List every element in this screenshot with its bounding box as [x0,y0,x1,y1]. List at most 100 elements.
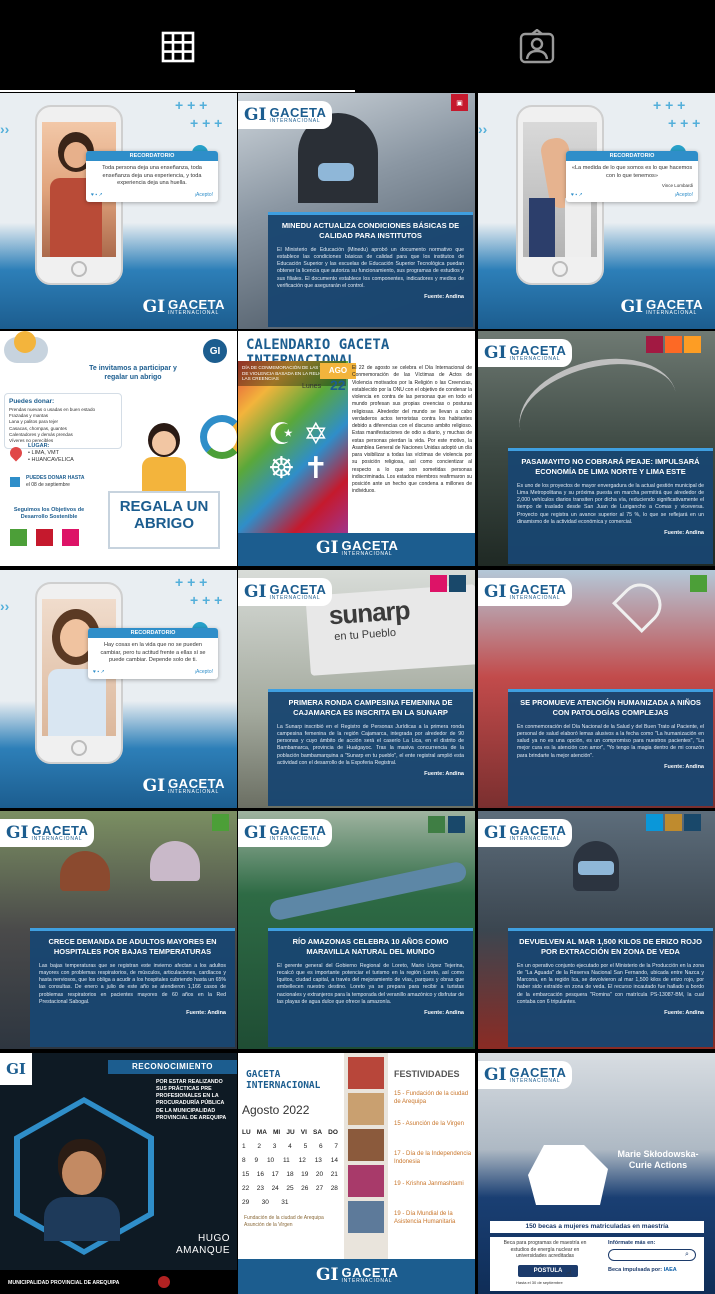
post-recordatorio-lombardi[interactable]: ›› + + + + + + RECORDATORIO «La medida d… [478,93,715,329]
quote-card: RECORDATORIO Hay cosas en la vida que no… [88,628,218,679]
post-minedu[interactable]: GI GACETA INTERNACIONAL ▣ MINEDU ACTUALIZ… [238,93,475,329]
photo-person-hat [150,841,200,881]
religion-symbols: ☪ ✡ [268,418,329,451]
sdg-16-icon [684,814,701,831]
gaceta-logo: GI GACETA INTERNACIONAL [316,1265,399,1285]
news-panel: RÍO AMAZONAS CELEBRA 10 AÑOS COMO MARAVI… [268,928,473,1047]
post-calendario-agosto[interactable]: GACETA INTERNACIONAL Agosto 2022 LU MA MI J… [238,1053,475,1294]
scholarship-desc: Beca para programas de maestría en estud… [503,1240,587,1259]
profile-tab-bar [0,0,715,93]
sponsor-label: Beca impulsada por: IAEA [608,1267,677,1273]
recognition-heading: RECONOCIMIENTO [108,1060,237,1074]
scholarship-title: 150 becas a mujeres matriculadas en maes… [490,1221,704,1233]
post-sunarp[interactable]: sunarp en tu Pueblo GI GACETA INTERNACION… [238,570,475,808]
tab-tagged[interactable] [358,0,715,93]
gaceta-logo: GI GACETA INTERNACIONAL [142,297,225,317]
news-source: Fuente: Andina [664,1010,704,1017]
post-recordatorio-huella[interactable]: ›› + + + + + + RECORDATORIO Toda persona… [0,93,237,329]
news-body: Es uno de los proyectos de mayor enverga… [517,482,704,525]
gaceta-logo: GI GACETA INTERNACIONAL [478,1061,573,1089]
calendar-panel: GACETA INTERNACIONAL Agosto 2022 LU MA MI J… [238,1053,342,1259]
news-source: Fuente: Andina [424,1010,464,1017]
post-adultos-mayores[interactable]: GI GACETA INTERNACIONAL CRECE DEMANDA DE … [0,811,237,1049]
post-pasamayito[interactable]: GI GACETA INTERNACIONAL PASAMAYITO NO COB… [478,331,715,566]
donate-heading: Puedes donar: [9,398,55,405]
gaceta-logo: GI GACETA INTERNACIONAL [238,819,333,847]
card-heading: RECORDATORIO [86,151,218,161]
regala-abrigo-sign: REGALA UN ABRIGO [108,491,220,549]
post-atencion-humanizada[interactable]: GI GACETA INTERNACIONAL SE PROMUEVE ATENC… [478,570,715,808]
calendar-note: Fundación de la ciudad de Arequipa Asunc… [244,1215,324,1228]
news-title: RÍO AMAZONAS CELEBRA 10 AÑOS COMO MARAVI… [292,937,449,956]
accept-label: ¡Acepto! [194,191,213,198]
heart-icon: ♥ ▪ ↗ [571,192,583,199]
sdg-3-icon [10,529,27,546]
card-heading: RECORDATORIO [88,628,218,638]
heart-balloon [612,575,670,633]
decorative-chevrons: ›› [0,598,10,614]
grid-icon [161,31,194,62]
url-field[interactable] [608,1249,696,1261]
post-erizo-rojo[interactable]: GI GACETA INTERNACIONAL DEVUELVEN AL MAR … [478,811,715,1049]
sdg-3-icon [690,575,707,592]
search-icon: ⌕ [685,1251,689,1258]
quote-text: «La medida de lo que somos es lo que hac… [571,165,693,179]
calendar-icon [10,477,20,487]
sdg-15-icon [428,816,445,833]
active-tab-indicator [0,90,355,92]
tab-posts-grid[interactable] [0,0,355,93]
card-heading: RECORDATORIO [566,151,698,161]
festivity-photos [344,1053,388,1259]
location-info: LUGAR: • LIMA, VMT • HUANCAVELICA [28,443,74,464]
news-source: Fuente: Andina [664,763,704,770]
news-title: DEVUELVEN AL MAR 1,500 KILOS DE ERIZO RO… [519,937,702,956]
news-body: El Ministerio de Educación (Minedu) apro… [277,246,464,289]
day-number: 22 [330,377,346,393]
photo-person-hat [60,851,110,891]
heart-icon: ♥ ▪ ↗ [91,191,103,198]
person-photo [44,1139,120,1241]
post-calendario-religion[interactable]: CALENDARIO GACETA INTERNACIONAL ☪ ✡ ☸ ✝ … [238,331,475,566]
news-panel: PRIMERA RONDA CAMPESINA FEMENINA DE CAJA… [268,689,473,806]
river-photo [268,860,468,922]
calendar-brand: GACETA INTERNACIONAL [246,1069,321,1091]
news-source: Fuente: Andina [424,294,464,301]
sdg-9-icon [665,336,682,353]
invite-text: Te invitamos a participar y regalar un a… [89,365,177,381]
program-name: Marie Skłodowska-Curie Actions [617,1149,699,1170]
post-regala-abrigo[interactable]: GI Te invitamos a participar y regalar u… [0,331,237,566]
news-title: CRECE DEMANDA DE ADULTOS MAYORES EN HOSP… [48,937,217,956]
decorative-chevrons: ›› [0,121,10,137]
cursor-hand-icon: ☝ [566,1269,573,1280]
post-becas-maestria[interactable]: GI GACETA INTERNACIONAL Marie Skłodowska-… [478,1053,715,1294]
decorative-plus: + + + [175,97,208,113]
calendar-month: Agosto 2022 [242,1103,310,1117]
sdg-label: Seguimos los Objetivos de Desarrollo Sos… [13,507,85,520]
news-title: PASAMAYITO NO COBRARÁ PEAJE: IMPULSARÁ E… [521,457,700,476]
gaceta-logo: GI GACETA INTERNACIONAL [478,819,573,847]
news-title: PRIMERA RONDA CAMPESINA FEMENINA DE CAJA… [288,698,453,717]
gaceta-logo: GI GACETA INTERNACIONAL [238,101,333,129]
recognition-text: POR ESTAR REALIZANDO SUS PRÁCTICAS PRE P… [156,1079,227,1121]
municipality-label: MUNICIPALIDAD PROVINCIAL DE AREQUIPA [8,1280,120,1286]
quote-author: Vince Lombardi [661,183,693,189]
sdg-16-icon [448,816,465,833]
sdg-4-icon [36,529,53,546]
news-body: En un operativo conjunto ejecutado por e… [517,962,704,1005]
post-rio-amazonas[interactable]: GI GACETA INTERNACIONAL RÍO AMAZONAS CELE… [238,811,475,1049]
posts-grid: ›› + + + + + + RECORDATORIO Toda persona… [0,93,715,1294]
news-panel: PASAMAYITO NO COBRARÁ PEAJE: IMPULSARÁ E… [508,448,713,564]
news-panel: DEVUELVEN AL MAR 1,500 KILOS DE ERIZO RO… [508,928,713,1047]
decorative-plus: + + + [668,115,701,131]
sdg-wheel-icon [200,415,237,459]
decorative-chevrons: ›› [478,121,488,137]
news-source: Fuente: Andina [424,771,464,778]
deadline-label: Hasta el 30 de septiembre [516,1280,563,1285]
sdg-4-icon: ▣ [451,94,468,111]
decorative-plus: + + + [190,115,223,131]
gaceta-logo: GI GACETA INTERNACIONAL [142,776,225,796]
sdg-8-icon [646,336,663,353]
post-reconocimiento[interactable]: GI RECONOCIMIENTO POR ESTAR REALIZANDO S… [0,1053,237,1294]
iaea-logo: IAEA [663,1267,677,1273]
post-recordatorio-actitud[interactable]: ›› + + + + + + RECORDATORIO Hay cosas en… [0,570,237,808]
